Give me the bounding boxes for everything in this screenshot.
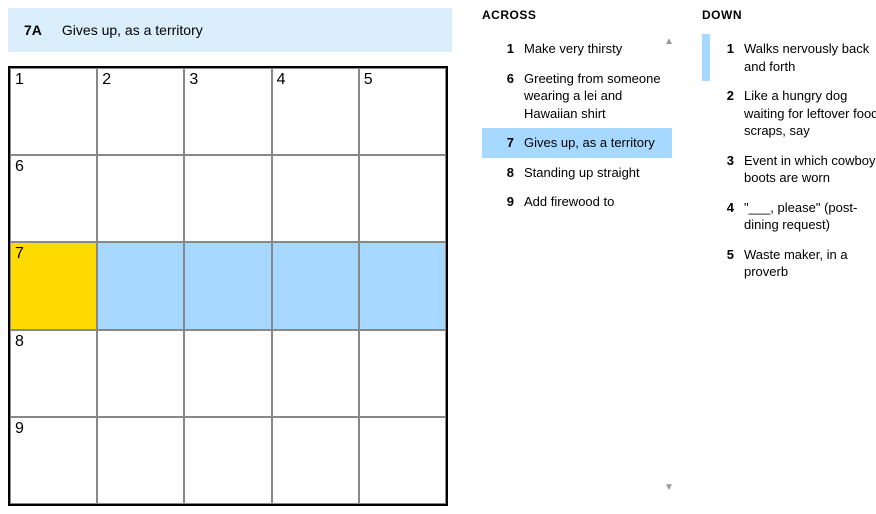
down-clue-item[interactable]: 3 Event in which cowboy boots are worn (702, 146, 876, 193)
cell-number: 7 (15, 245, 24, 263)
grid-cell[interactable] (359, 330, 446, 417)
grid-cell[interactable] (184, 330, 271, 417)
clue-number: 1 (718, 40, 734, 75)
grid-cell[interactable] (184, 155, 271, 242)
cell-number: 5 (364, 71, 373, 89)
grid-cell[interactable] (359, 155, 446, 242)
down-header: DOWN (702, 8, 876, 30)
across-list[interactable]: 1 Make very thirsty 6Greeting from someone… (482, 34, 672, 494)
grid-cell[interactable]: 7 (10, 242, 97, 329)
clue-number: 6 (498, 70, 514, 123)
grid-cell[interactable]: 6 (10, 155, 97, 242)
cell-number: 4 (277, 71, 286, 89)
cell-number: 8 (15, 333, 24, 351)
clue-text: Event in which cowboy boots are worn (744, 152, 876, 187)
down-clue-item[interactable]: 4 "___, please" (post-dining request) (702, 193, 876, 240)
clue-number: 3 (718, 152, 734, 187)
grid-cell[interactable]: 1 (10, 68, 97, 155)
across-clue-item[interactable]: 7 Gives up, as a territory (482, 128, 672, 158)
across-clue-item[interactable]: 1 Make very thirsty (482, 34, 672, 64)
across-clue-item[interactable]: 9 Add firewood to (482, 187, 672, 217)
down-clue-item[interactable]: 2Like a hungry dog waiting for leftover … (702, 81, 876, 146)
grid-cell[interactable] (272, 330, 359, 417)
clue-text: Like a hungry dog waiting for leftover f… (744, 87, 876, 140)
across-header: ACROSS (482, 8, 672, 30)
clue-text: Walks nervously back and forth (744, 40, 876, 75)
grid-cell[interactable] (97, 242, 184, 329)
across-clue-item[interactable]: 8 Standing up straight (482, 158, 672, 188)
cell-number: 6 (15, 158, 24, 176)
clue-text: Standing up straight (524, 164, 640, 182)
grid-cell[interactable] (359, 417, 446, 504)
scroll-down-icon[interactable]: ▼ (662, 480, 676, 494)
grid-cell[interactable] (184, 417, 271, 504)
cell-number: 2 (102, 71, 111, 89)
across-column: ACROSS ▲ 1Make very thirsty6Greeting fro… (482, 8, 672, 494)
cell-number: 3 (189, 71, 198, 89)
grid-cell[interactable] (97, 330, 184, 417)
down-list-wrap: ▲ 1Walks nervously back and forth2Like a… (702, 34, 876, 494)
current-clue-label: 7A (24, 22, 42, 38)
cell-number: 9 (15, 420, 24, 438)
crossword-grid[interactable]: 1 2 3 4 5 6 7 8 9 (8, 66, 448, 506)
grid-cell[interactable] (97, 155, 184, 242)
grid-cell[interactable] (359, 242, 446, 329)
grid-cell[interactable]: 5 (359, 68, 446, 155)
grid-cell[interactable]: 2 (97, 68, 184, 155)
scroll-up-icon[interactable]: ▲ (662, 34, 676, 48)
clue-number: 1 (498, 40, 514, 58)
down-list[interactable]: 1 Walks nervously back and forth 2Like a h… (702, 34, 876, 494)
grid-cell[interactable]: 4 (272, 68, 359, 155)
clue-number: 4 (718, 199, 734, 234)
clue-text: Greeting from someone wearing a lei and … (524, 70, 664, 123)
cell-number: 1 (15, 71, 24, 89)
down-column: DOWN ▲ 1Walks nervously back and forth2L… (702, 8, 876, 494)
grid-cell[interactable] (272, 155, 359, 242)
clue-number: 9 (498, 193, 514, 211)
clue-number: 5 (718, 246, 734, 281)
grid-cell[interactable]: 9 (10, 417, 97, 504)
clue-text: Waste maker, in a proverb (744, 246, 876, 281)
crossword-container: 7A Gives up, as a territory 1 2 3 4 5 6 7 8 9 AC… (8, 8, 868, 506)
down-clue-item[interactable]: 1 Walks nervously back and forth (702, 34, 876, 81)
grid-cell[interactable]: 8 (10, 330, 97, 417)
clue-text: Make very thirsty (524, 40, 622, 58)
clue-text: Add firewood to (524, 193, 614, 211)
grid-cell[interactable] (272, 417, 359, 504)
current-clue-text: Gives up, as a territory (62, 22, 203, 38)
clue-text: "___, please" (post-dining request) (744, 199, 876, 234)
grid-cell[interactable]: 3 (184, 68, 271, 155)
clue-text: Gives up, as a territory (524, 134, 655, 152)
grid-cell[interactable] (184, 242, 271, 329)
clue-number: 7 (498, 134, 514, 152)
down-clue-item[interactable]: 5 Waste maker, in a proverb (702, 240, 876, 287)
clue-number: 8 (498, 164, 514, 182)
across-clue-item[interactable]: 6Greeting from someone wearing a lei and… (482, 64, 672, 129)
left-panel: 7A Gives up, as a territory 1 2 3 4 5 6 7 8 9 (8, 8, 452, 506)
across-list-wrap: ▲ 1Make very thirsty6Greeting from someo… (482, 34, 672, 494)
clue-number: 2 (718, 87, 734, 140)
grid-cell[interactable] (272, 242, 359, 329)
grid-cell[interactable] (97, 417, 184, 504)
current-clue-bar[interactable]: 7A Gives up, as a territory (8, 8, 452, 52)
